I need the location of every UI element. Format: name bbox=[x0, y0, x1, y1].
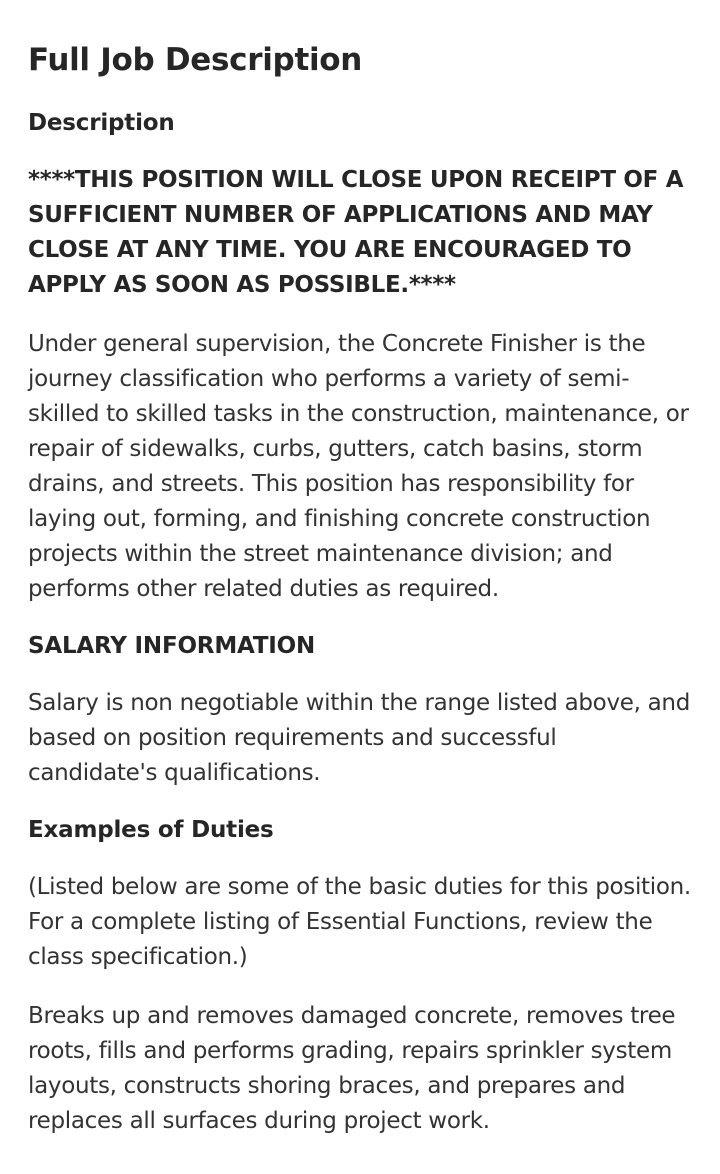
description-heading: Description bbox=[28, 110, 175, 136]
duties-intro: (Listed below are some of the basic duti… bbox=[28, 874, 691, 970]
salary-section: SALARY INFORMATION Salary is non negotia… bbox=[28, 631, 692, 791]
description-body: Under general supervision, the Concrete … bbox=[28, 331, 689, 602]
duties-section: Examples of Duties (Listed below are som… bbox=[28, 815, 692, 1139]
salary-body: Salary is non negotiable within the rang… bbox=[28, 690, 691, 786]
page-title: Full Job Description bbox=[28, 42, 363, 78]
salary-heading: SALARY INFORMATION bbox=[28, 633, 316, 659]
duties-heading: Examples of Duties bbox=[28, 817, 274, 843]
job-description-page: Full Job Description Description ****THI… bbox=[0, 0, 720, 1139]
duties-body: Breaks up and removes damaged concrete, … bbox=[28, 1003, 676, 1134]
closing-notice: ****THIS POSITION WILL CLOSE UPON RECEIP… bbox=[28, 167, 684, 298]
description-section: Description ****THIS POSITION WILL CLOSE… bbox=[28, 108, 692, 607]
